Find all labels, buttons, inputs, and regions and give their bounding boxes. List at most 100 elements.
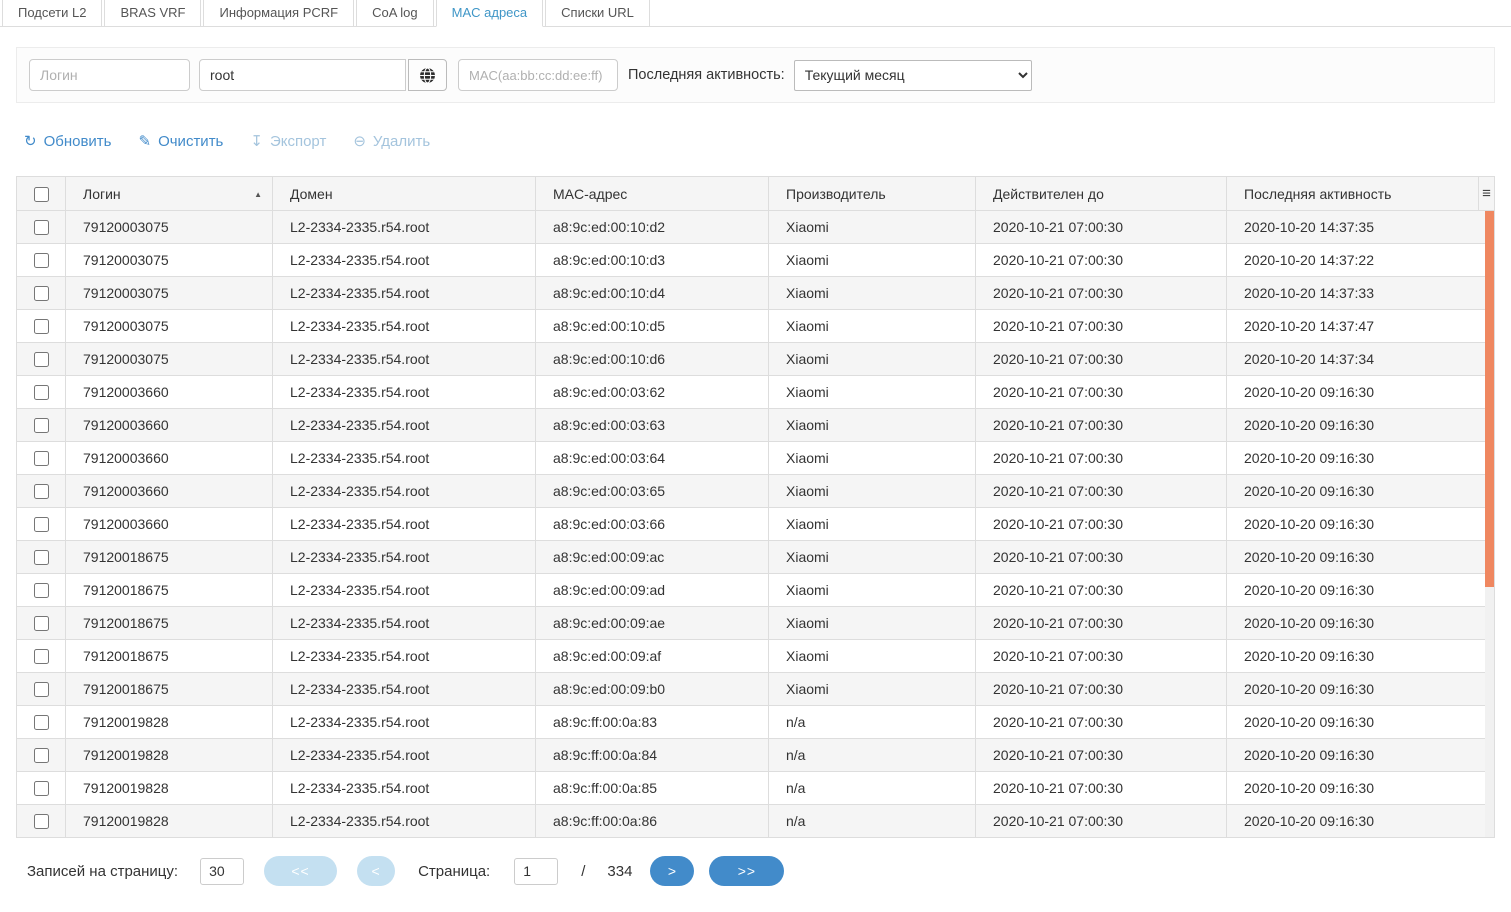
prev-page-button[interactable]: < bbox=[357, 856, 395, 886]
row-checkbox[interactable] bbox=[34, 385, 49, 400]
tab-podseti-l2[interactable]: Подсети L2 bbox=[2, 0, 102, 27]
table-row: 79120003075 L2-2334-2335.r54.root a8:9c:… bbox=[17, 343, 1495, 376]
globe-icon bbox=[419, 67, 436, 84]
table-row: 79120003660 L2-2334-2335.r54.root a8:9c:… bbox=[17, 442, 1495, 475]
row-checkbox[interactable] bbox=[34, 451, 49, 466]
row-checkbox[interactable] bbox=[34, 319, 49, 334]
cell-domain: L2-2334-2335.r54.root bbox=[273, 310, 536, 343]
per-page-input[interactable] bbox=[200, 858, 244, 885]
toolbar-button-label: Экспорт bbox=[270, 133, 326, 150]
cell-login: 79120018675 bbox=[66, 673, 273, 706]
row-checkbox[interactable] bbox=[34, 781, 49, 796]
cell-vendor: Xiaomi bbox=[769, 640, 976, 673]
cell-mac: a8:9c:ed:00:10:d2 bbox=[536, 211, 769, 244]
mac-filter-input[interactable] bbox=[458, 59, 618, 91]
cell-vendor: n/a bbox=[769, 805, 976, 838]
first-page-button[interactable]: << bbox=[264, 856, 337, 886]
export-button[interactable]: ↧ Экспорт bbox=[250, 133, 326, 150]
cell-domain: L2-2334-2335.r54.root bbox=[273, 475, 536, 508]
pagination-bar: Записей на страницу: << < Страница: / 33… bbox=[16, 838, 1495, 904]
select-all-checkbox[interactable] bbox=[34, 187, 49, 202]
tab-informatsiya-pcrf[interactable]: Информация PCRF bbox=[203, 0, 354, 27]
cell-valid-until: 2020-10-21 07:00:30 bbox=[976, 310, 1227, 343]
table-header-row: Логин ▲ Домен MAC-адрес Производитель Де… bbox=[17, 177, 1495, 211]
row-checkbox[interactable] bbox=[34, 352, 49, 367]
cell-last-activity: 2020-10-20 09:16:30 bbox=[1227, 739, 1495, 772]
col-header-last-activity[interactable]: Последняя активность bbox=[1227, 177, 1495, 211]
row-checkbox[interactable] bbox=[34, 748, 49, 763]
cell-last-activity: 2020-10-20 14:37:34 bbox=[1227, 343, 1495, 376]
cell-last-activity: 2020-10-20 09:16:30 bbox=[1227, 376, 1495, 409]
row-checkbox-cell bbox=[17, 805, 66, 838]
row-checkbox[interactable] bbox=[34, 682, 49, 697]
cell-valid-until: 2020-10-21 07:00:30 bbox=[976, 244, 1227, 277]
scrollbar-thumb[interactable] bbox=[1485, 211, 1494, 587]
row-checkbox[interactable] bbox=[34, 418, 49, 433]
table-row: 79120003660 L2-2334-2335.r54.root a8:9c:… bbox=[17, 508, 1495, 541]
cell-domain: L2-2334-2335.r54.root bbox=[273, 607, 536, 640]
row-checkbox[interactable] bbox=[34, 715, 49, 730]
tab-bras-vrf[interactable]: BRAS VRF bbox=[104, 0, 201, 27]
table-row: 79120003660 L2-2334-2335.r54.root a8:9c:… bbox=[17, 475, 1495, 508]
cell-login: 79120018675 bbox=[66, 640, 273, 673]
filter-panel: Последняя активность: Текущий месяц bbox=[16, 47, 1495, 103]
row-checkbox[interactable] bbox=[34, 484, 49, 499]
cell-valid-until: 2020-10-21 07:00:30 bbox=[976, 409, 1227, 442]
table-row: 79120019828 L2-2334-2335.r54.root a8:9c:… bbox=[17, 805, 1495, 838]
table-scrollbar[interactable] bbox=[1485, 211, 1494, 837]
cell-mac: a8:9c:ed:00:10:d4 bbox=[536, 277, 769, 310]
row-checkbox[interactable] bbox=[34, 253, 49, 268]
domain-filter-input[interactable] bbox=[199, 59, 406, 91]
col-header-domain[interactable]: Домен bbox=[273, 177, 536, 211]
next-page-button[interactable]: > bbox=[650, 856, 694, 886]
cell-vendor: Xiaomi bbox=[769, 244, 976, 277]
cell-mac: a8:9c:ed:00:03:62 bbox=[536, 376, 769, 409]
col-header-mac[interactable]: MAC-адрес bbox=[536, 177, 769, 211]
delete-button[interactable]: ⊖ Удалить bbox=[353, 133, 430, 150]
cell-mac: a8:9c:ed:00:03:65 bbox=[536, 475, 769, 508]
row-checkbox-cell bbox=[17, 772, 66, 805]
table-row: 79120019828 L2-2334-2335.r54.root a8:9c:… bbox=[17, 772, 1495, 805]
domain-lookup-button[interactable] bbox=[408, 59, 447, 91]
col-header-valid-until[interactable]: Действителен до bbox=[976, 177, 1227, 211]
col-header-vendor[interactable]: Производитель bbox=[769, 177, 976, 211]
row-checkbox[interactable] bbox=[34, 517, 49, 532]
cell-mac: a8:9c:ff:00:0a:86 bbox=[536, 805, 769, 838]
last-page-button[interactable]: >> bbox=[709, 856, 784, 886]
row-checkbox[interactable] bbox=[34, 583, 49, 598]
tab-mac-adresa[interactable]: MAC адреса bbox=[436, 0, 544, 27]
cell-valid-until: 2020-10-21 07:00:30 bbox=[976, 673, 1227, 706]
row-checkbox[interactable] bbox=[34, 649, 49, 664]
toolbar-button-label: Обновить bbox=[44, 133, 112, 150]
tab-coa-log[interactable]: CoA log bbox=[356, 0, 434, 27]
row-checkbox-cell bbox=[17, 277, 66, 310]
table-row: 79120019828 L2-2334-2335.r54.root a8:9c:… bbox=[17, 739, 1495, 772]
tab-spiski-url[interactable]: Списки URL bbox=[545, 0, 650, 27]
row-checkbox[interactable] bbox=[34, 550, 49, 565]
column-menu-button[interactable]: ≡ bbox=[1478, 177, 1494, 210]
col-header-login[interactable]: Логин ▲ bbox=[66, 177, 273, 211]
cell-valid-until: 2020-10-21 07:00:30 bbox=[976, 640, 1227, 673]
page-number-input[interactable] bbox=[514, 858, 558, 885]
table-row: 79120018675 L2-2334-2335.r54.root a8:9c:… bbox=[17, 574, 1495, 607]
cell-domain: L2-2334-2335.r54.root bbox=[273, 805, 536, 838]
cell-vendor: Xiaomi bbox=[769, 475, 976, 508]
cell-login: 79120003660 bbox=[66, 409, 273, 442]
login-filter-input[interactable] bbox=[29, 59, 190, 91]
cell-valid-until: 2020-10-21 07:00:30 bbox=[976, 442, 1227, 475]
cell-vendor: Xiaomi bbox=[769, 607, 976, 640]
cell-mac: a8:9c:ed:00:10:d3 bbox=[536, 244, 769, 277]
clear-button[interactable]: ✎ Очистить bbox=[139, 133, 224, 150]
row-checkbox[interactable] bbox=[34, 616, 49, 631]
row-checkbox[interactable] bbox=[34, 814, 49, 829]
cell-login: 79120019828 bbox=[66, 805, 273, 838]
row-checkbox[interactable] bbox=[34, 220, 49, 235]
row-checkbox[interactable] bbox=[34, 286, 49, 301]
row-checkbox-cell bbox=[17, 310, 66, 343]
refresh-button[interactable]: ↻ Обновить bbox=[24, 133, 112, 150]
row-checkbox-cell bbox=[17, 508, 66, 541]
cell-domain: L2-2334-2335.r54.root bbox=[273, 541, 536, 574]
last-activity-label: Последняя активность: bbox=[628, 67, 785, 83]
row-checkbox-cell bbox=[17, 475, 66, 508]
last-activity-select[interactable]: Текущий месяц bbox=[794, 60, 1032, 91]
